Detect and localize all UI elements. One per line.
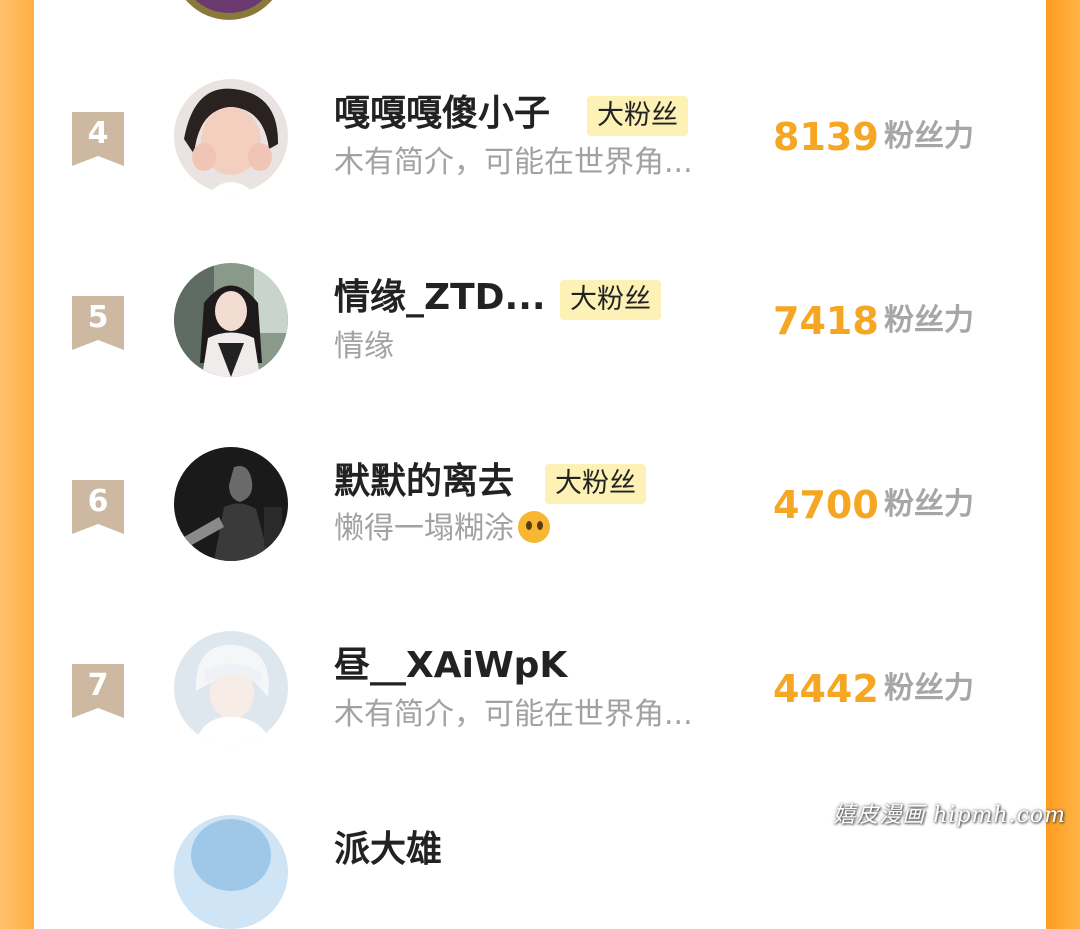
user-bio: 木有简介，可能在世界角...: [334, 697, 693, 732]
user-bio: 懒得一塌糊涂: [334, 510, 550, 548]
thinking-face-emoji-icon: [518, 511, 550, 543]
fan-score: 4442: [773, 667, 879, 711]
user-name[interactable]: 情缘_ZTD...: [334, 276, 546, 320]
avatar[interactable]: [174, 263, 288, 377]
rank-ribbon-4: 4: [72, 112, 124, 166]
fan-score-unit: 粉丝力: [884, 303, 974, 338]
rank-ribbon-5: 5: [72, 296, 124, 350]
user-name[interactable]: 默默的离去: [334, 460, 514, 504]
fan-score-unit: 粉丝力: [884, 119, 974, 154]
fan-score-unit: 粉丝力: [884, 487, 974, 522]
rank-number: 6: [87, 484, 109, 519]
avatar[interactable]: [174, 79, 288, 193]
rank-ribbon-6: 6: [72, 480, 124, 534]
avatar[interactable]: [174, 631, 288, 745]
user-name[interactable]: 派大雄: [334, 828, 442, 872]
rank-number: 5: [87, 300, 109, 335]
fan-level-badge: 大粉丝: [560, 280, 661, 320]
user-name[interactable]: 昼__XAiWpK: [334, 644, 567, 688]
rank-number: 4: [87, 116, 109, 151]
user-bio: 木有简介，可能在世界角...: [334, 145, 693, 180]
user-bio-text: 懒得一塌糊涂: [334, 511, 514, 546]
fan-score: 4700: [773, 483, 879, 527]
fan-score: 8139: [773, 115, 879, 159]
user-bio: 情缘: [334, 329, 394, 364]
fan-score: 7418: [773, 299, 879, 343]
avatar[interactable]: [174, 815, 288, 929]
user-name[interactable]: 嘎嘎嘎傻小子: [334, 92, 550, 136]
watermark: 嬉皮漫画 hipmh.com: [833, 803, 1066, 828]
fan-score-unit: 粉丝力: [884, 671, 974, 706]
fan-level-badge: 大粉丝: [587, 96, 688, 136]
rank-ribbon-7: 7: [72, 664, 124, 718]
rank-number: 7: [87, 668, 109, 703]
avatar[interactable]: [174, 447, 288, 561]
fan-level-badge: 大粉丝: [545, 464, 646, 504]
